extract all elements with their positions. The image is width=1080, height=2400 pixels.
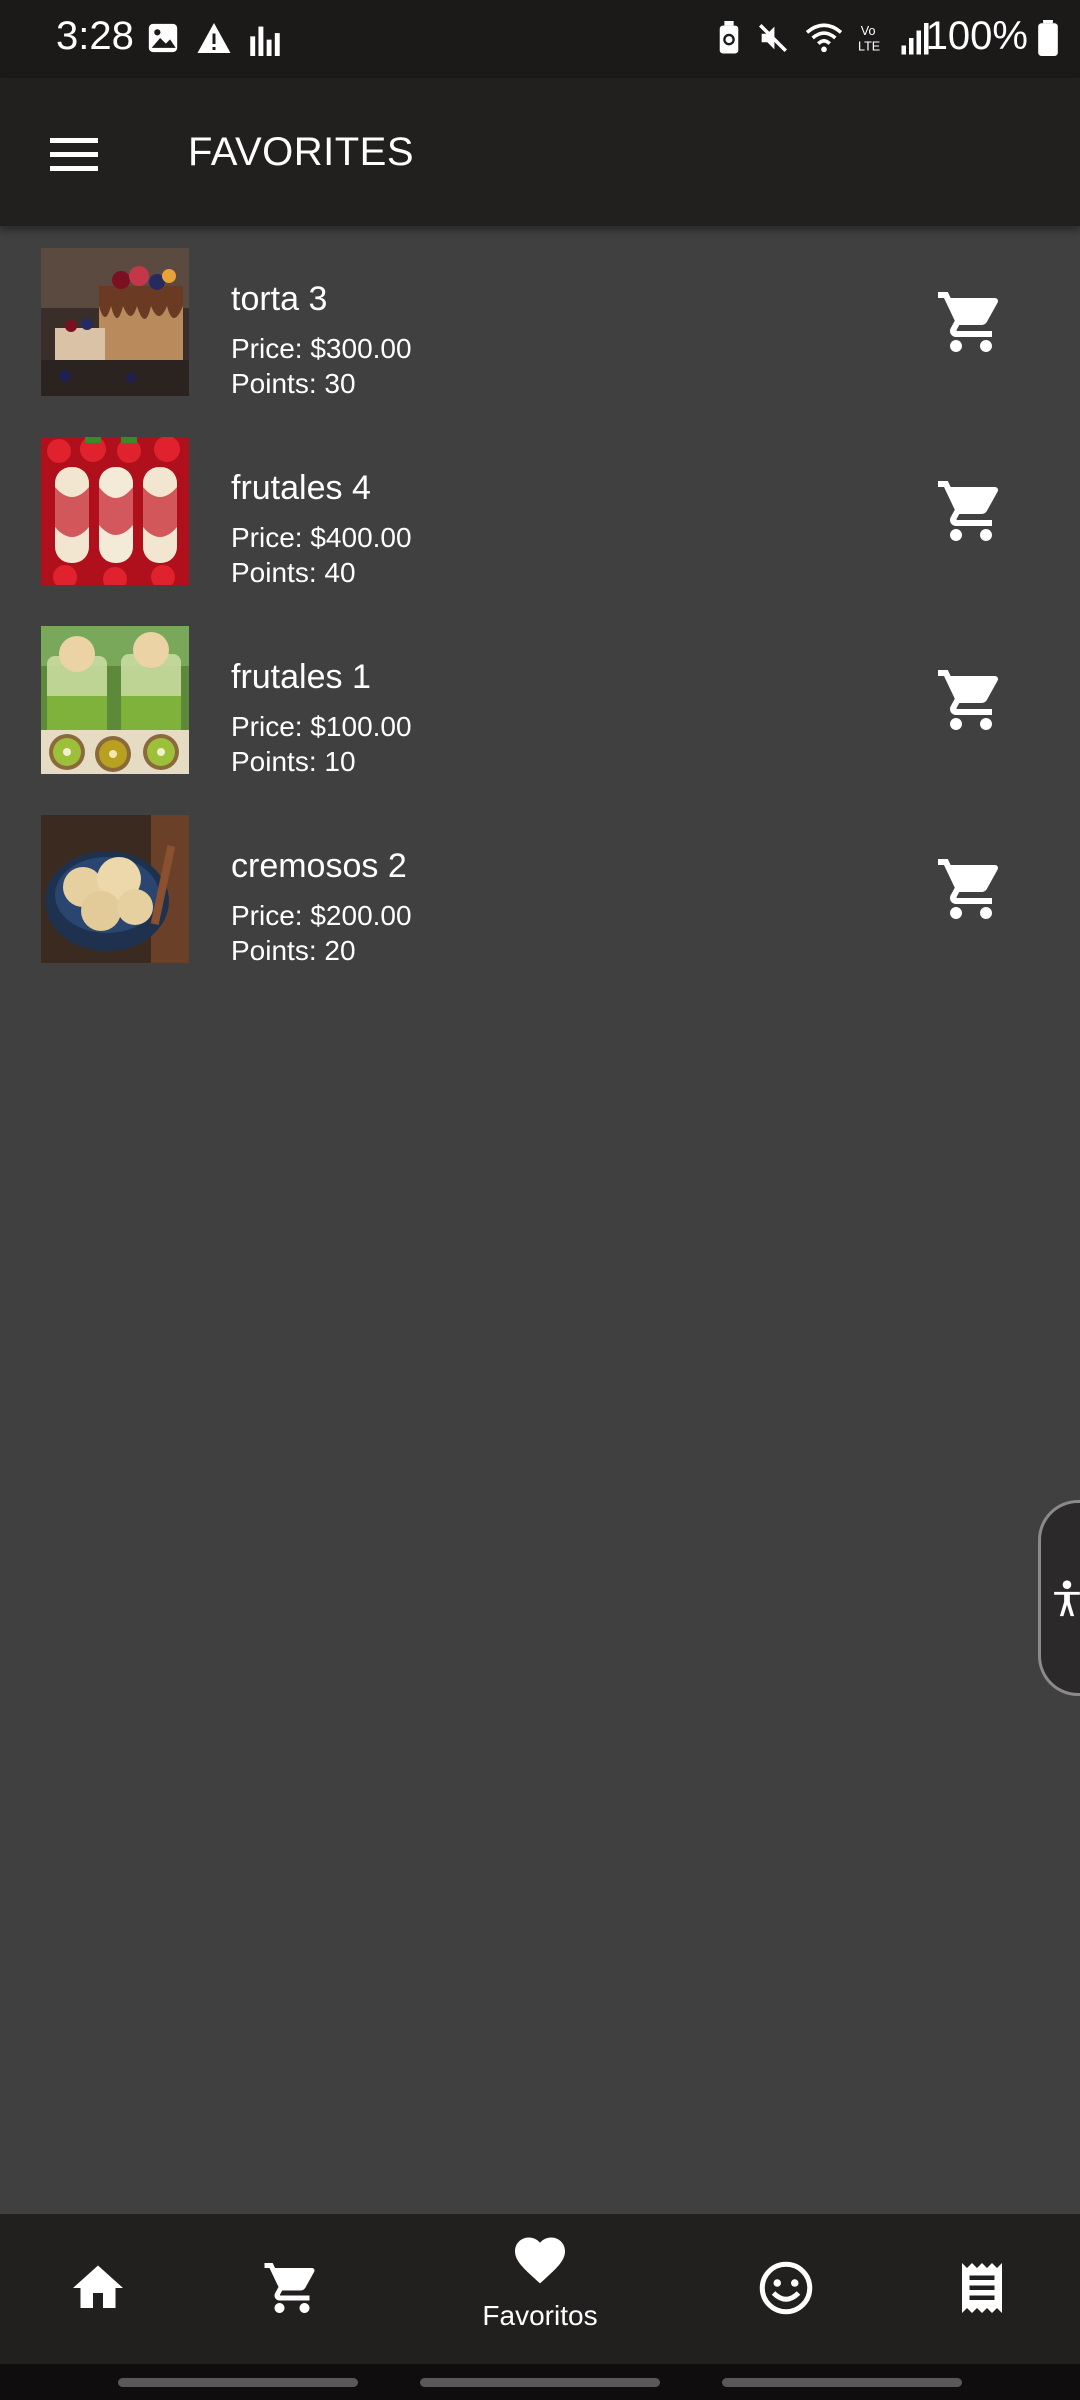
- product-price: Price: $200.00: [231, 900, 412, 931]
- cart-icon: [264, 2263, 315, 2313]
- cart-icon: [938, 481, 999, 541]
- app-bar: FAVORITES: [0, 78, 1080, 226]
- battery-saver-icon: [719, 21, 739, 54]
- product-thumbnail: [41, 815, 189, 963]
- battery-percentage: 100%: [925, 14, 1028, 58]
- favorite-item[interactable]: frutales 4 Price: $400.00 Points: 40: [0, 415, 1080, 604]
- nav-home[interactable]: [48, 2214, 148, 2364]
- status-bar: 3:28 Vo LTE 100%: [0, 0, 1080, 78]
- battery-icon: [1038, 20, 1058, 56]
- svg-text:Vo: Vo: [861, 24, 876, 38]
- accessibility-icon: [1054, 1580, 1080, 1617]
- product-price: Price: $300.00: [231, 333, 412, 364]
- product-name: frutales 4: [231, 469, 371, 507]
- cart-icon: [938, 292, 999, 352]
- product-points: Points: 10: [231, 746, 356, 777]
- status-time: 3:28: [56, 14, 134, 58]
- product-name: frutales 1: [231, 658, 371, 696]
- add-to-cart-button[interactable]: [935, 286, 1007, 358]
- nav-orders[interactable]: [932, 2214, 1032, 2364]
- cart-icon: [938, 670, 999, 730]
- signal-bars-icon: [250, 26, 280, 56]
- wifi-icon: [805, 23, 843, 53]
- system-gesture-bar: [0, 2364, 1080, 2400]
- nav-cart[interactable]: [242, 2214, 342, 2364]
- gesture-pill: [420, 2378, 660, 2387]
- product-price: Price: $100.00: [231, 711, 412, 742]
- product-points: Points: 40: [231, 557, 356, 588]
- nav-favoritos[interactable]: Favoritos: [440, 2214, 640, 2364]
- gesture-pill: [722, 2378, 962, 2387]
- product-name: cremosos 2: [231, 847, 407, 885]
- bottom-navigation: Favoritos: [0, 2214, 1080, 2364]
- image-icon: [148, 23, 178, 53]
- home-icon: [73, 2265, 123, 2308]
- product-name: torta 3: [231, 280, 328, 318]
- favorite-item[interactable]: frutales 1 Price: $100.00 Points: 10: [0, 604, 1080, 793]
- heart-icon: [515, 2237, 565, 2284]
- page-title: FAVORITES: [188, 130, 415, 174]
- receipt-icon: [962, 2263, 1002, 2313]
- product-price: Price: $400.00: [231, 522, 412, 553]
- product-points: Points: 20: [231, 935, 356, 966]
- add-to-cart-button[interactable]: [935, 853, 1007, 925]
- favorite-item[interactable]: torta 3 Price: $300.00 Points: 30: [0, 226, 1080, 415]
- accessibility-tab[interactable]: [1038, 1500, 1080, 1696]
- hamburger-menu-icon: [50, 138, 98, 171]
- svg-text:LTE: LTE: [858, 40, 880, 54]
- warning-icon: [197, 23, 231, 53]
- product-thumbnail: [41, 626, 189, 774]
- volte-icon: Vo LTE: [858, 24, 880, 54]
- cart-icon: [938, 859, 999, 919]
- gesture-pill: [118, 2378, 358, 2387]
- add-to-cart-button[interactable]: [935, 475, 1007, 547]
- product-thumbnail: [41, 437, 189, 585]
- nav-profile[interactable]: [736, 2214, 836, 2364]
- nav-favoritos-label: Favoritos: [482, 2300, 598, 2331]
- favorite-item[interactable]: cremosos 2 Price: $200.00 Points: 20: [0, 793, 1080, 982]
- mute-icon: [758, 23, 788, 53]
- menu-button[interactable]: [30, 118, 114, 190]
- product-thumbnail: [41, 248, 189, 396]
- favorites-list: torta 3 Price: $300.00 Points: 30 frutal…: [0, 226, 1080, 982]
- smiley-icon: [759, 2261, 813, 2315]
- product-points: Points: 30: [231, 368, 356, 399]
- add-to-cart-button[interactable]: [935, 664, 1007, 736]
